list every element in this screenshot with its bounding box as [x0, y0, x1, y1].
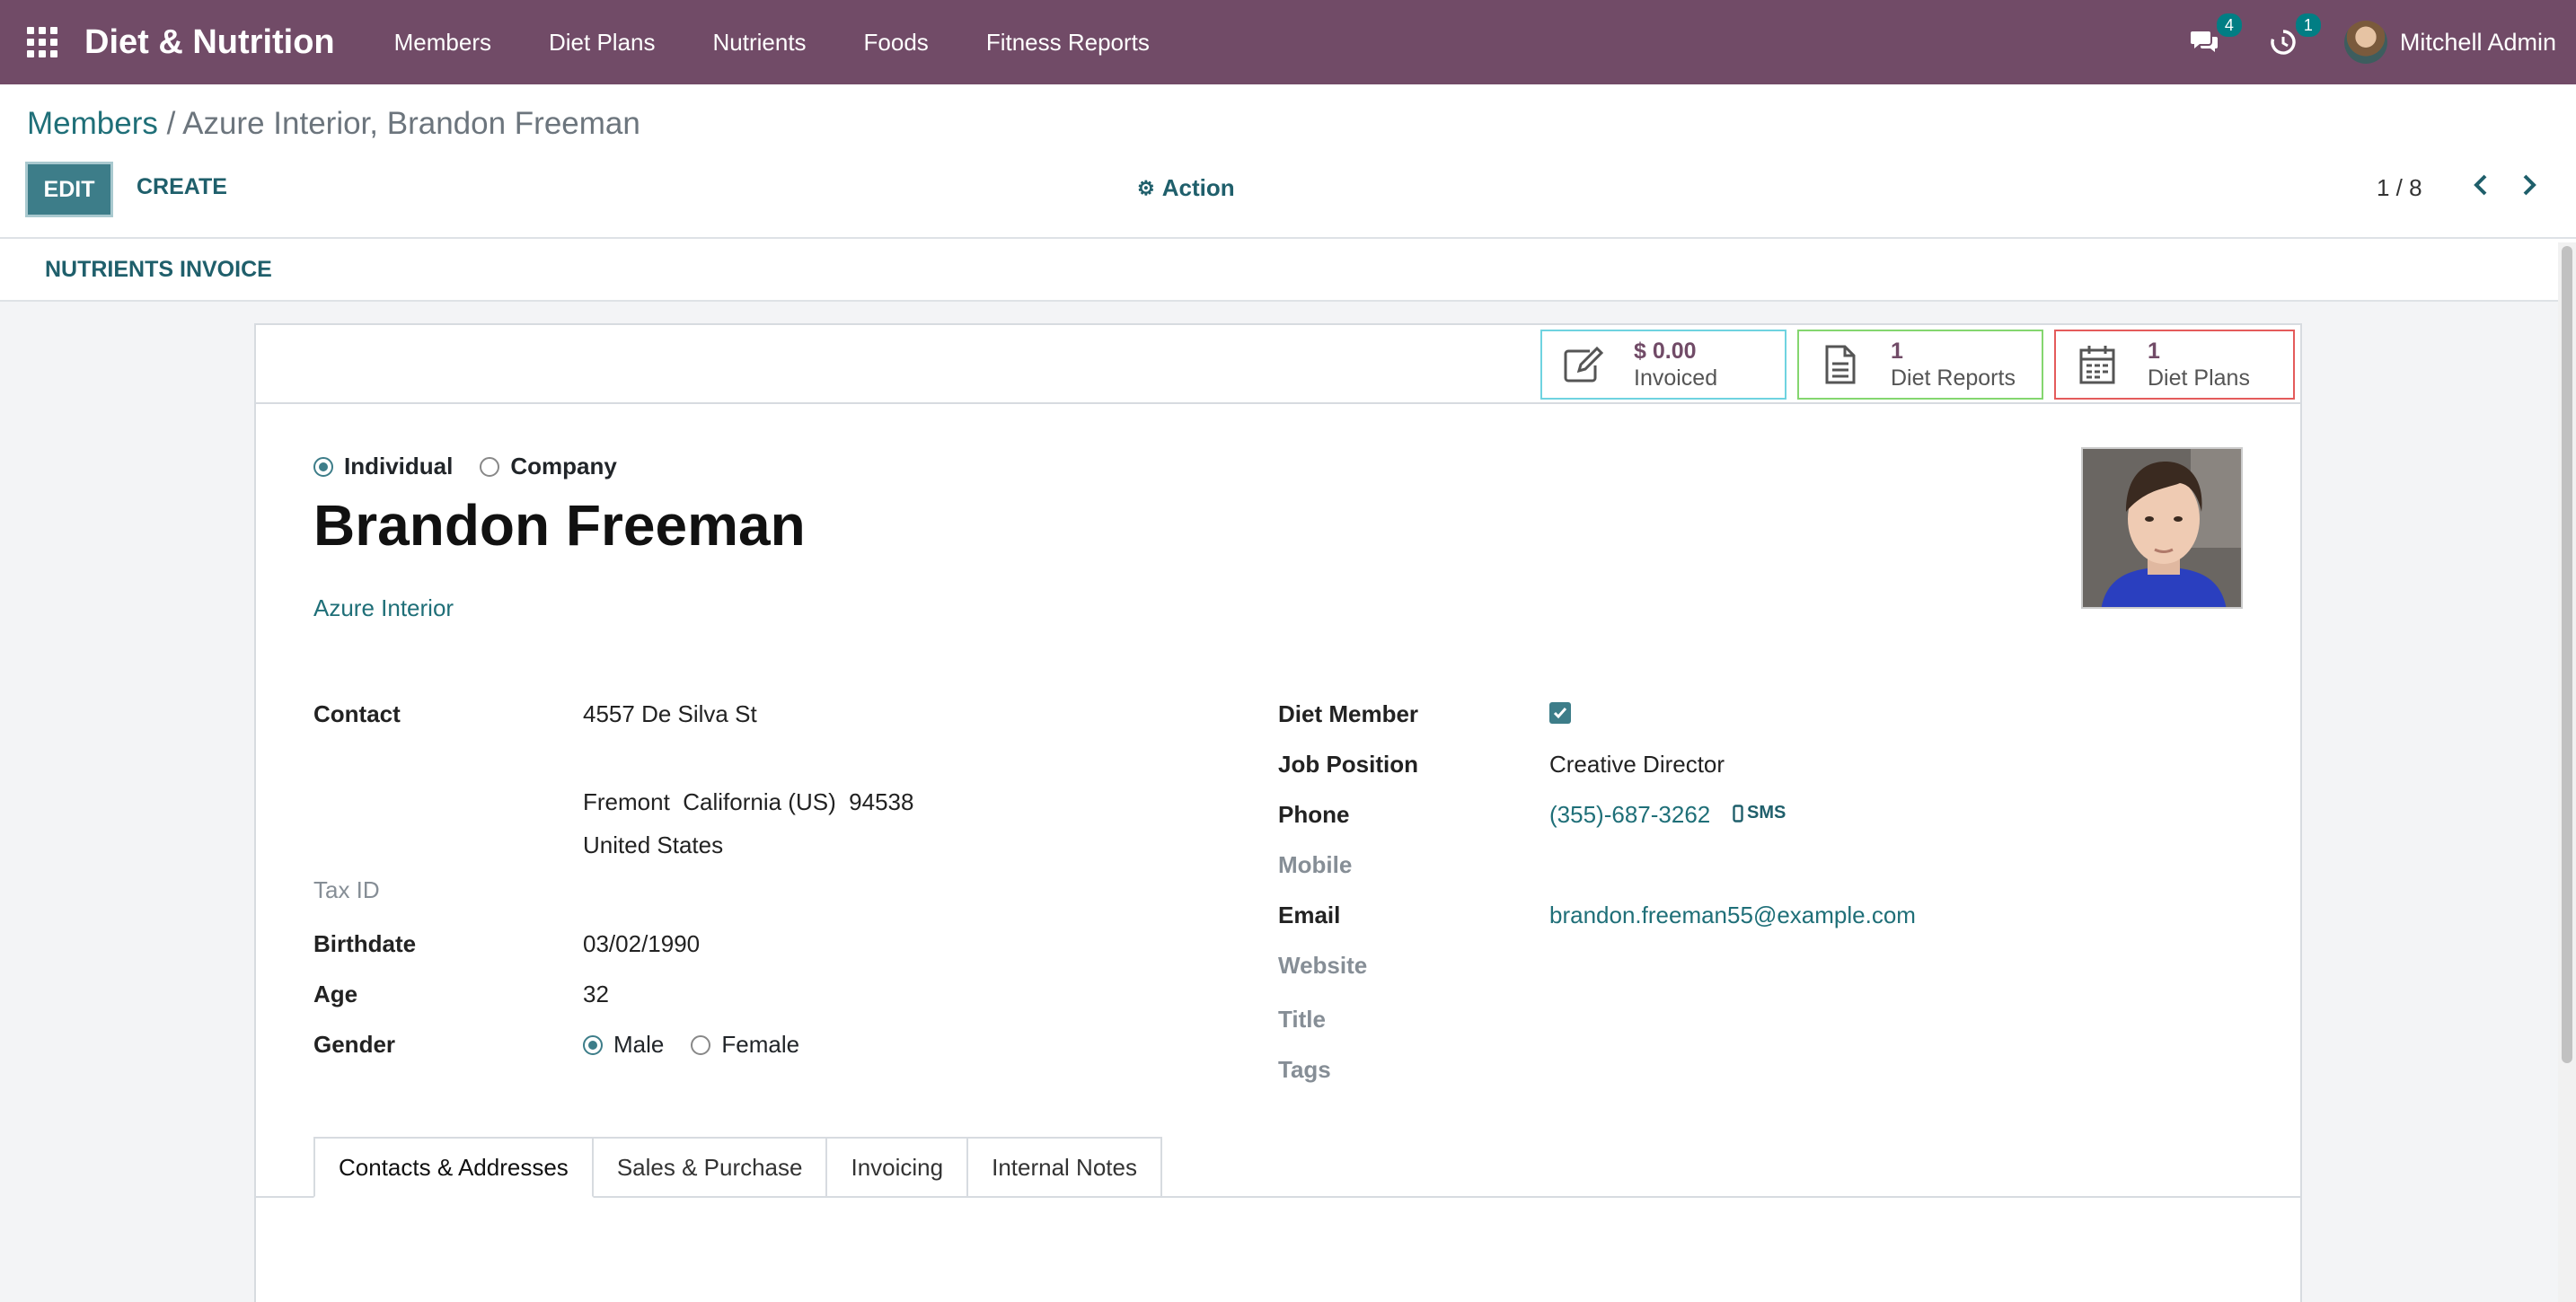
app-grid-icon[interactable] — [27, 27, 57, 57]
email-link[interactable]: brandon.freeman55@example.com — [1549, 902, 1916, 929]
diet-member-checkbox[interactable] — [1549, 702, 1571, 724]
partner-photo[interactable] — [2081, 447, 2243, 609]
control-panel: Members / Azure Interior, Brandon Freema… — [0, 84, 2576, 239]
user-name: Mitchell Admin — [2399, 28, 2556, 56]
action-dropdown[interactable]: ⚙ Action — [1137, 174, 1235, 202]
diet-reports-count: 1 — [1891, 339, 1903, 364]
menu-members[interactable]: Members — [394, 29, 491, 57]
age-value: 32 — [583, 981, 609, 1007]
document-icon — [1815, 344, 1866, 385]
diet-reports-stat-button[interactable]: 1 Diet Reports — [1797, 330, 2043, 400]
form-sheet: $ 0.00 Invoiced 1 Diet Reports 1 Diet Pl… — [254, 323, 2302, 1302]
gender-label: Gender — [313, 1031, 396, 1058]
pencil-square-icon — [1558, 346, 1609, 383]
menu-fitness-reports[interactable]: Fitness Reports — [986, 29, 1150, 57]
clock-icon — [2271, 30, 2296, 55]
smart-button-box: $ 0.00 Invoiced 1 Diet Reports 1 Diet Pl… — [256, 325, 2300, 404]
diet-plans-stat-button[interactable]: 1 Diet Plans — [2054, 330, 2295, 400]
city-state-zip-value[interactable]: Fremont California (US) 94538 — [583, 788, 913, 816]
form-notebook-tabs: Contacts & Addresses Sales & Purchase In… — [313, 1137, 1162, 1198]
chevron-right-icon — [2523, 174, 2536, 196]
scrollbar-thumb[interactable] — [2562, 246, 2572, 1063]
messages-button[interactable]: 4 — [2186, 13, 2242, 60]
form-statusbar: NUTRIENTS INVOICE — [0, 239, 2576, 302]
menu-diet-plans[interactable]: Diet Plans — [549, 29, 656, 57]
gender-radio-group: Male Female — [583, 1031, 826, 1059]
mobile-phone-icon — [1733, 804, 1743, 823]
breadcrumb-current: Azure Interior, Brandon Freeman — [182, 106, 640, 141]
company-type-radio-group: Individual Company — [313, 453, 644, 480]
user-avatar — [2343, 21, 2387, 64]
title-label: Title — [1278, 1006, 1326, 1033]
company-radio-label: Company — [510, 453, 617, 479]
partner-name[interactable]: Brandon Freeman — [313, 492, 806, 559]
diet-plans-label: Diet Plans — [2148, 365, 2250, 391]
menu-foods[interactable]: Foods — [864, 29, 929, 57]
user-menu[interactable]: Mitchell Admin — [2343, 21, 2556, 64]
tab-sales-purchase[interactable]: Sales & Purchase — [593, 1137, 828, 1198]
top-navbar: Diet & Nutrition Members Diet Plans Nutr… — [0, 0, 2576, 84]
checkmark-icon — [1553, 708, 1567, 719]
activities-count-badge: 1 — [2295, 13, 2321, 37]
company-radio[interactable] — [480, 456, 500, 477]
job-position-label: Job Position — [1278, 751, 1418, 778]
age-label: Age — [313, 981, 358, 1007]
diet-member-label: Diet Member — [1278, 700, 1419, 727]
diet-plans-count: 1 — [2148, 339, 2160, 364]
gear-icon: ⚙ — [1137, 176, 1155, 199]
pager-previous-button[interactable] — [2463, 167, 2499, 203]
contact-label: Contact — [313, 700, 401, 727]
street-value[interactable]: 4557 De Silva St — [583, 700, 757, 728]
email-label: Email — [1278, 902, 1341, 928]
male-radio[interactable] — [583, 1034, 603, 1055]
calendar-icon — [2072, 344, 2122, 385]
tab-invoicing[interactable]: Invoicing — [827, 1137, 969, 1198]
messages-count-badge: 4 — [2216, 13, 2242, 37]
activities-button[interactable]: 1 — [2265, 13, 2321, 60]
nutrients-invoice-button[interactable]: NUTRIENTS INVOICE — [45, 257, 272, 283]
breadcrumb: Members / Azure Interior, Brandon Freema… — [27, 106, 640, 142]
invoiced-amount: $ 0.00 — [1634, 339, 1697, 364]
phone-link[interactable]: (355)-687-3262 — [1549, 801, 1710, 829]
partner-portrait-image — [2083, 449, 2241, 607]
sms-button[interactable]: SMS — [1733, 803, 1786, 823]
action-label: Action — [1161, 174, 1235, 201]
job-position-value[interactable]: Creative Director — [1549, 751, 1725, 779]
chevron-left-icon — [2474, 174, 2487, 196]
tax-id-label: Tax ID — [313, 876, 380, 903]
invoiced-label: Invoiced — [1634, 365, 1718, 391]
phone-label: Phone — [1278, 801, 1350, 828]
female-radio[interactable] — [691, 1034, 711, 1055]
website-label: Website — [1278, 952, 1368, 979]
tab-internal-notes[interactable]: Internal Notes — [968, 1137, 1162, 1198]
chat-bubbles-icon — [2190, 31, 2218, 52]
app-brand[interactable]: Diet & Nutrition — [84, 23, 335, 62]
female-radio-label: Female — [721, 1031, 800, 1058]
edit-button[interactable]: EDIT — [25, 162, 113, 217]
birthdate-label: Birthdate — [313, 930, 417, 957]
create-button[interactable]: CREATE — [137, 174, 227, 200]
country-value[interactable]: United States — [583, 831, 723, 859]
tags-label: Tags — [1278, 1056, 1331, 1083]
breadcrumb-separator: / — [157, 106, 183, 141]
parent-company-link[interactable]: Azure Interior — [313, 594, 454, 622]
invoiced-stat-button[interactable]: $ 0.00 Invoiced — [1540, 330, 1786, 400]
birthdate-value[interactable]: 03/02/1990 — [583, 930, 700, 958]
pager-value[interactable]: 1 / 8 — [2377, 174, 2422, 202]
tab-contacts-addresses[interactable]: Contacts & Addresses — [313, 1137, 594, 1198]
sms-label: SMS — [1747, 803, 1786, 823]
individual-radio[interactable] — [313, 456, 333, 477]
diet-reports-label: Diet Reports — [1891, 365, 2016, 391]
systray: 4 1 Mitchell Admin — [2186, 0, 2576, 84]
breadcrumb-parent-link[interactable]: Members — [27, 106, 158, 141]
vertical-scrollbar[interactable] — [2558, 242, 2576, 1302]
mobile-label: Mobile — [1278, 851, 1353, 878]
pager-next-button[interactable] — [2511, 167, 2547, 203]
individual-radio-label: Individual — [344, 453, 454, 479]
male-radio-label: Male — [613, 1031, 665, 1058]
menu-nutrients[interactable]: Nutrients — [713, 29, 807, 57]
